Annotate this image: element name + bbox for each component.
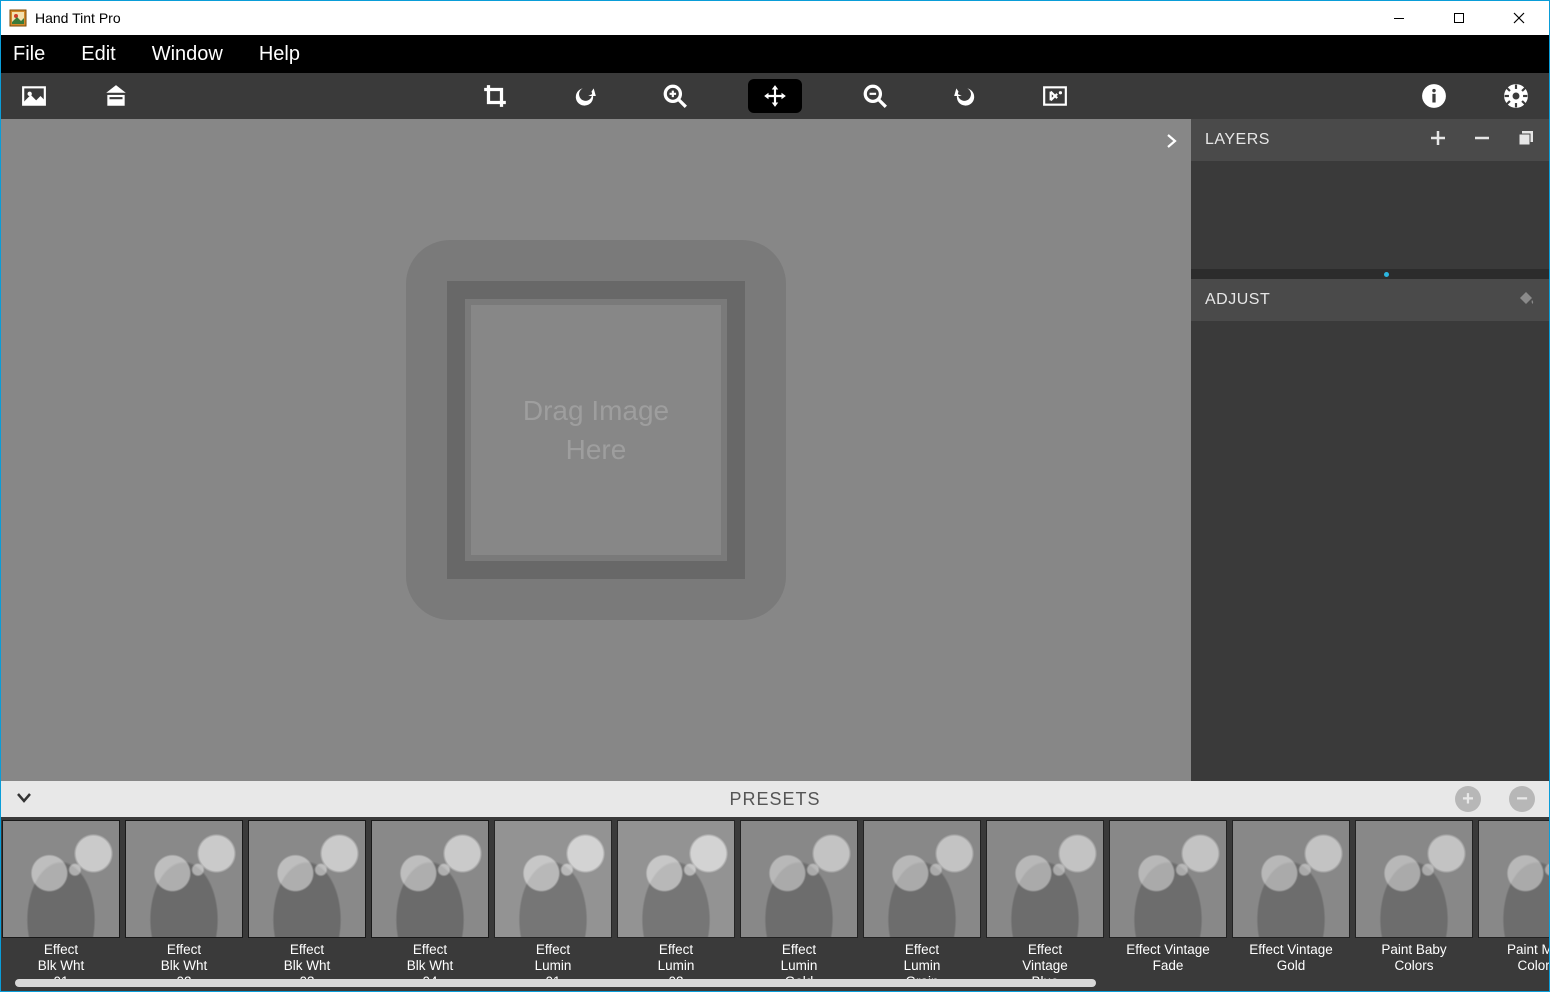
drop-zone[interactable]: Drag Image Here <box>406 240 786 620</box>
adjust-panel-header: ADJUST <box>1191 279 1549 321</box>
window-maximize-button[interactable] <box>1429 1 1489 35</box>
menu-help[interactable]: Help <box>259 43 300 66</box>
preset-thumbnail <box>371 820 489 938</box>
settings-button[interactable] <box>1499 79 1533 113</box>
preset-item[interactable]: Effect Blk Wht 01 <box>1 820 121 991</box>
drop-zone-text-1: Drag Image <box>523 391 669 430</box>
window-close-button[interactable] <box>1489 1 1549 35</box>
pan-button[interactable] <box>748 79 802 113</box>
add-layer-button[interactable] <box>1429 129 1447 152</box>
preset-thumbnail <box>2 820 120 938</box>
preset-item[interactable]: Paint Mos Colors <box>1477 820 1549 991</box>
window-title: Hand Tint Pro <box>35 10 121 26</box>
remove-preset-button[interactable]: − <box>1509 786 1535 812</box>
remove-layer-button[interactable] <box>1473 129 1491 152</box>
adjust-panel-title: ADJUST <box>1205 291 1270 309</box>
layers-panel-body <box>1191 161 1549 269</box>
canvas-area[interactable]: Drag Image Here <box>1 119 1191 781</box>
layers-panel-header: LAYERS <box>1191 119 1549 161</box>
menubar: File Edit Window Help <box>1 35 1549 73</box>
menu-window[interactable]: Window <box>152 43 223 66</box>
preset-item[interactable]: Effect Blk Wht 03 <box>247 820 367 991</box>
adjust-panel-body <box>1191 321 1549 781</box>
window-titlebar: Hand Tint Pro <box>1 1 1549 35</box>
preset-item[interactable]: Effect Lumin Grain <box>862 820 982 991</box>
preset-item[interactable]: Effect Lumin 02 <box>616 820 736 991</box>
presets-collapse-icon[interactable] <box>15 786 33 812</box>
preset-item[interactable]: Paint Baby Colors <box>1354 820 1474 991</box>
undo-button[interactable] <box>568 79 602 113</box>
toolbar <box>1 73 1549 119</box>
preset-item[interactable]: Effect Vintage Fade <box>1108 820 1228 991</box>
preset-thumbnail <box>1109 820 1227 938</box>
drop-zone-text-2: Here <box>566 430 627 469</box>
redo-button[interactable] <box>948 79 982 113</box>
preset-thumbnail <box>986 820 1104 938</box>
compare-button[interactable] <box>1038 79 1072 113</box>
preset-thumbnail <box>248 820 366 938</box>
info-button[interactable] <box>1417 79 1451 113</box>
collapse-side-panel-icon[interactable] <box>1163 129 1179 155</box>
add-preset-button[interactable]: + <box>1455 786 1481 812</box>
crop-button[interactable] <box>478 79 512 113</box>
menu-file[interactable]: File <box>13 43 45 66</box>
window-minimize-button[interactable] <box>1369 1 1429 35</box>
presets-title: PRESETS <box>729 789 820 810</box>
preset-thumbnail <box>494 820 612 938</box>
presets-scrollbar[interactable] <box>3 974 1547 990</box>
preset-thumbnail <box>863 820 981 938</box>
preset-thumbnail <box>1355 820 1473 938</box>
layers-opacity-slider[interactable] <box>1191 269 1549 279</box>
preset-item[interactable]: Effect Vintage Gold <box>1231 820 1351 991</box>
preset-item[interactable]: Effect Vintage Blue <box>985 820 1105 991</box>
preset-thumbnail <box>617 820 735 938</box>
preset-item[interactable]: Effect Lumin 01 <box>493 820 613 991</box>
preset-thumbnail <box>125 820 243 938</box>
app-icon <box>9 9 27 27</box>
preset-thumbnail <box>740 820 858 938</box>
layers-panel-title: LAYERS <box>1205 131 1270 149</box>
save-image-button[interactable] <box>99 79 133 113</box>
side-panels: LAYERS ADJUST <box>1191 119 1549 781</box>
open-image-button[interactable] <box>17 79 51 113</box>
zoom-out-button[interactable] <box>858 79 892 113</box>
preset-item[interactable]: Effect Blk Wht 02 <box>124 820 244 991</box>
zoom-in-button[interactable] <box>658 79 692 113</box>
menu-edit[interactable]: Edit <box>81 43 115 66</box>
preset-item[interactable]: Effect Blk Wht 04 <box>370 820 490 991</box>
preset-thumbnail <box>1478 820 1549 938</box>
preset-thumbnail <box>1232 820 1350 938</box>
adjust-bucket-icon[interactable] <box>1517 289 1535 312</box>
presets-strip[interactable]: Effect Blk Wht 01Effect Blk Wht 02Effect… <box>1 817 1549 991</box>
presets-header: PRESETS + − <box>1 781 1549 817</box>
preset-item[interactable]: Effect Lumin Gold <box>739 820 859 991</box>
duplicate-layer-button[interactable] <box>1517 129 1535 152</box>
